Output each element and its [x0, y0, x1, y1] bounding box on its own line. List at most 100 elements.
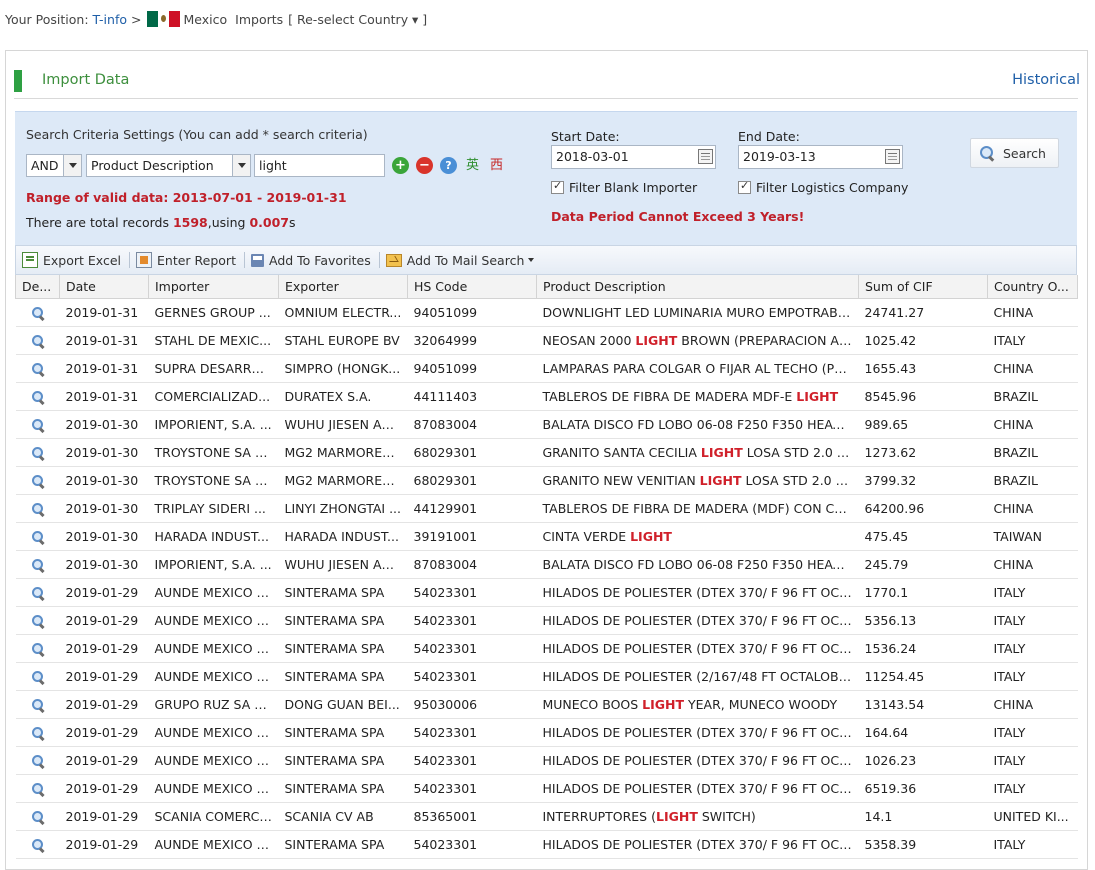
- add-criteria-icon[interactable]: +: [392, 157, 409, 174]
- table-row[interactable]: 2019-01-29 AUNDE MEXICO S... SINTERAMA SPA…: [15, 746, 1078, 775]
- table-row[interactable]: 2019-01-30 TROYSTONE SA D... MG2 MARMORES …: [15, 438, 1078, 467]
- table-row[interactable]: 2019-01-29 AUNDE MEXICO S... SINTERAMA SPA…: [15, 830, 1078, 859]
- view-detail-icon[interactable]: [31, 306, 45, 320]
- view-detail-icon[interactable]: [31, 334, 45, 348]
- checkbox-checked-icon[interactable]: [551, 179, 564, 194]
- detail-cell[interactable]: [15, 578, 60, 607]
- keyword-input[interactable]: [254, 154, 385, 177]
- detail-cell[interactable]: [15, 438, 60, 467]
- detail-cell[interactable]: [15, 606, 60, 635]
- detail-cell[interactable]: [15, 410, 60, 439]
- hs-code-cell: 85365001: [407, 802, 537, 831]
- help-icon[interactable]: ?: [440, 157, 457, 174]
- table-header-row: De... Date Importer Exporter HS Code Product …: [15, 275, 1078, 299]
- table-row[interactable]: 2019-01-31 SUPRA DESARRO... SIMPRO (HONGK.…: [15, 354, 1078, 383]
- table-row[interactable]: 2019-01-30 HARADA INDUST... HARADA INDUST.…: [15, 522, 1078, 551]
- detail-cell[interactable]: [15, 550, 60, 579]
- detail-cell[interactable]: [15, 382, 60, 411]
- reselect-country-button[interactable]: [ Re-select Country ▾ ]: [288, 12, 427, 27]
- mexico-flag-icon: [147, 11, 181, 27]
- view-detail-icon[interactable]: [31, 614, 45, 628]
- detail-cell[interactable]: [15, 746, 60, 775]
- detail-cell[interactable]: [15, 662, 60, 691]
- logic-select[interactable]: AND: [26, 154, 82, 177]
- table-row[interactable]: 2019-01-29 SCANIA COMERCI... SCANIA CV AB 8…: [15, 802, 1078, 831]
- detail-cell[interactable]: [15, 830, 60, 859]
- table-row[interactable]: 2019-01-29 AUNDE MEXICO S... SINTERAMA SPA…: [15, 662, 1078, 691]
- view-detail-icon[interactable]: [31, 698, 45, 712]
- table-row[interactable]: 2019-01-29 AUNDE MEXICO S... SINTERAMA SPA…: [15, 578, 1078, 607]
- table-row[interactable]: 2019-01-29 AUNDE MEXICO S... SINTERAMA SPA…: [15, 634, 1078, 663]
- calendar-icon[interactable]: [885, 149, 900, 164]
- header-country-origin[interactable]: Country O...: [987, 275, 1078, 299]
- table-row[interactable]: 2019-01-31 COMERCIALIZAD... DURATEX S.A. 44…: [15, 382, 1078, 411]
- header-sum-of-cif[interactable]: Sum of CIF: [858, 275, 988, 299]
- historical-link[interactable]: Historical: [1012, 72, 1080, 88]
- results-table: De... Date Importer Exporter HS Code Product …: [15, 275, 1078, 859]
- table-row[interactable]: 2019-01-30 TRIPLAY SIDERI ... LINYI ZHONGT…: [15, 494, 1078, 523]
- table-row[interactable]: 2019-01-31 STAHL DE MEXIC... STAHL EUROPE …: [15, 326, 1078, 355]
- search-button[interactable]: Search: [970, 138, 1059, 168]
- view-detail-icon[interactable]: [31, 502, 45, 516]
- table-row[interactable]: 2019-01-29 AUNDE MEXICO S... SINTERAMA SPA…: [15, 606, 1078, 635]
- export-excel-button[interactable]: Export Excel: [16, 246, 129, 274]
- view-detail-icon[interactable]: [31, 754, 45, 768]
- header-product-description[interactable]: Product Description: [536, 275, 859, 299]
- header-exporter[interactable]: Exporter: [278, 275, 408, 299]
- import-data-panel: Import Data Historical Search Criteria S…: [5, 50, 1088, 870]
- view-detail-icon[interactable]: [31, 390, 45, 404]
- view-detail-icon[interactable]: [31, 642, 45, 656]
- filter-logistics-checkbox[interactable]: Filter Logistics Company: [738, 179, 908, 195]
- header-date[interactable]: Date: [59, 275, 149, 299]
- calendar-icon[interactable]: [698, 149, 713, 164]
- detail-cell[interactable]: [15, 494, 60, 523]
- view-detail-icon[interactable]: [31, 446, 45, 460]
- detail-cell[interactable]: [15, 718, 60, 747]
- remove-criteria-icon[interactable]: −: [416, 157, 433, 174]
- view-detail-icon[interactable]: [31, 782, 45, 796]
- table-row[interactable]: 2019-01-29 GRUPO RUZ SA D... DONG GUAN BEI…: [15, 690, 1078, 719]
- checkbox-checked-icon[interactable]: [738, 179, 751, 194]
- detail-cell[interactable]: [15, 298, 60, 327]
- filter-blank-importer-checkbox[interactable]: Filter Blank Importer: [551, 179, 697, 195]
- table-row[interactable]: 2019-01-30 IMPORIENT, S.A. ... WUHU JIESEN…: [15, 410, 1078, 439]
- breadcrumb-home-link[interactable]: T-info: [93, 12, 127, 27]
- view-detail-icon[interactable]: [31, 474, 45, 488]
- table-row[interactable]: 2019-01-29 AUNDE MEXICO S... SINTERAMA SPA…: [15, 774, 1078, 803]
- view-detail-icon[interactable]: [31, 726, 45, 740]
- detail-cell[interactable]: [15, 466, 60, 495]
- table-row[interactable]: 2019-01-30 IMPORIENT, S.A. ... WUHU JIESEN…: [15, 550, 1078, 579]
- detail-cell[interactable]: [15, 522, 60, 551]
- table-row[interactable]: 2019-01-30 TROYSTONE SA D... MG2 MARMORES …: [15, 466, 1078, 495]
- exporter-cell: LINYI ZHONGTAI ...: [278, 494, 408, 523]
- view-detail-icon[interactable]: [31, 558, 45, 572]
- detail-cell[interactable]: [15, 634, 60, 663]
- start-date-input[interactable]: 2018-03-01: [551, 145, 716, 169]
- add-to-mail-search-button[interactable]: Add To Mail Search: [380, 246, 543, 274]
- detail-cell[interactable]: [15, 354, 60, 383]
- table-row[interactable]: 2019-01-31 GERNES GROUP ... OMNIUM ELECTR.…: [15, 298, 1078, 327]
- enter-report-button[interactable]: Enter Report: [130, 246, 244, 274]
- date-cell: 2019-01-30: [59, 438, 149, 467]
- detail-cell[interactable]: [15, 774, 60, 803]
- end-date-input[interactable]: 2019-03-13: [738, 145, 903, 169]
- view-detail-icon[interactable]: [31, 810, 45, 824]
- header-hs-code[interactable]: HS Code: [407, 275, 537, 299]
- english-language-icon[interactable]: 英: [464, 157, 481, 174]
- view-detail-icon[interactable]: [31, 838, 45, 852]
- header-detail[interactable]: De...: [15, 275, 60, 299]
- view-detail-icon[interactable]: [31, 362, 45, 376]
- detail-cell[interactable]: [15, 690, 60, 719]
- header-importer[interactable]: Importer: [148, 275, 279, 299]
- view-detail-icon[interactable]: [31, 418, 45, 432]
- spanish-language-icon[interactable]: 西: [488, 157, 505, 174]
- table-row[interactable]: 2019-01-29 AUNDE MEXICO S... SINTERAMA SPA…: [15, 718, 1078, 747]
- exporter-cell: SIMPRO (HONGK...: [278, 354, 408, 383]
- field-select[interactable]: Product Description: [86, 154, 251, 177]
- view-detail-icon[interactable]: [31, 586, 45, 600]
- view-detail-icon[interactable]: [31, 670, 45, 684]
- add-to-favorites-button[interactable]: Add To Favorites: [245, 246, 379, 274]
- detail-cell[interactable]: [15, 326, 60, 355]
- detail-cell[interactable]: [15, 802, 60, 831]
- view-detail-icon[interactable]: [31, 530, 45, 544]
